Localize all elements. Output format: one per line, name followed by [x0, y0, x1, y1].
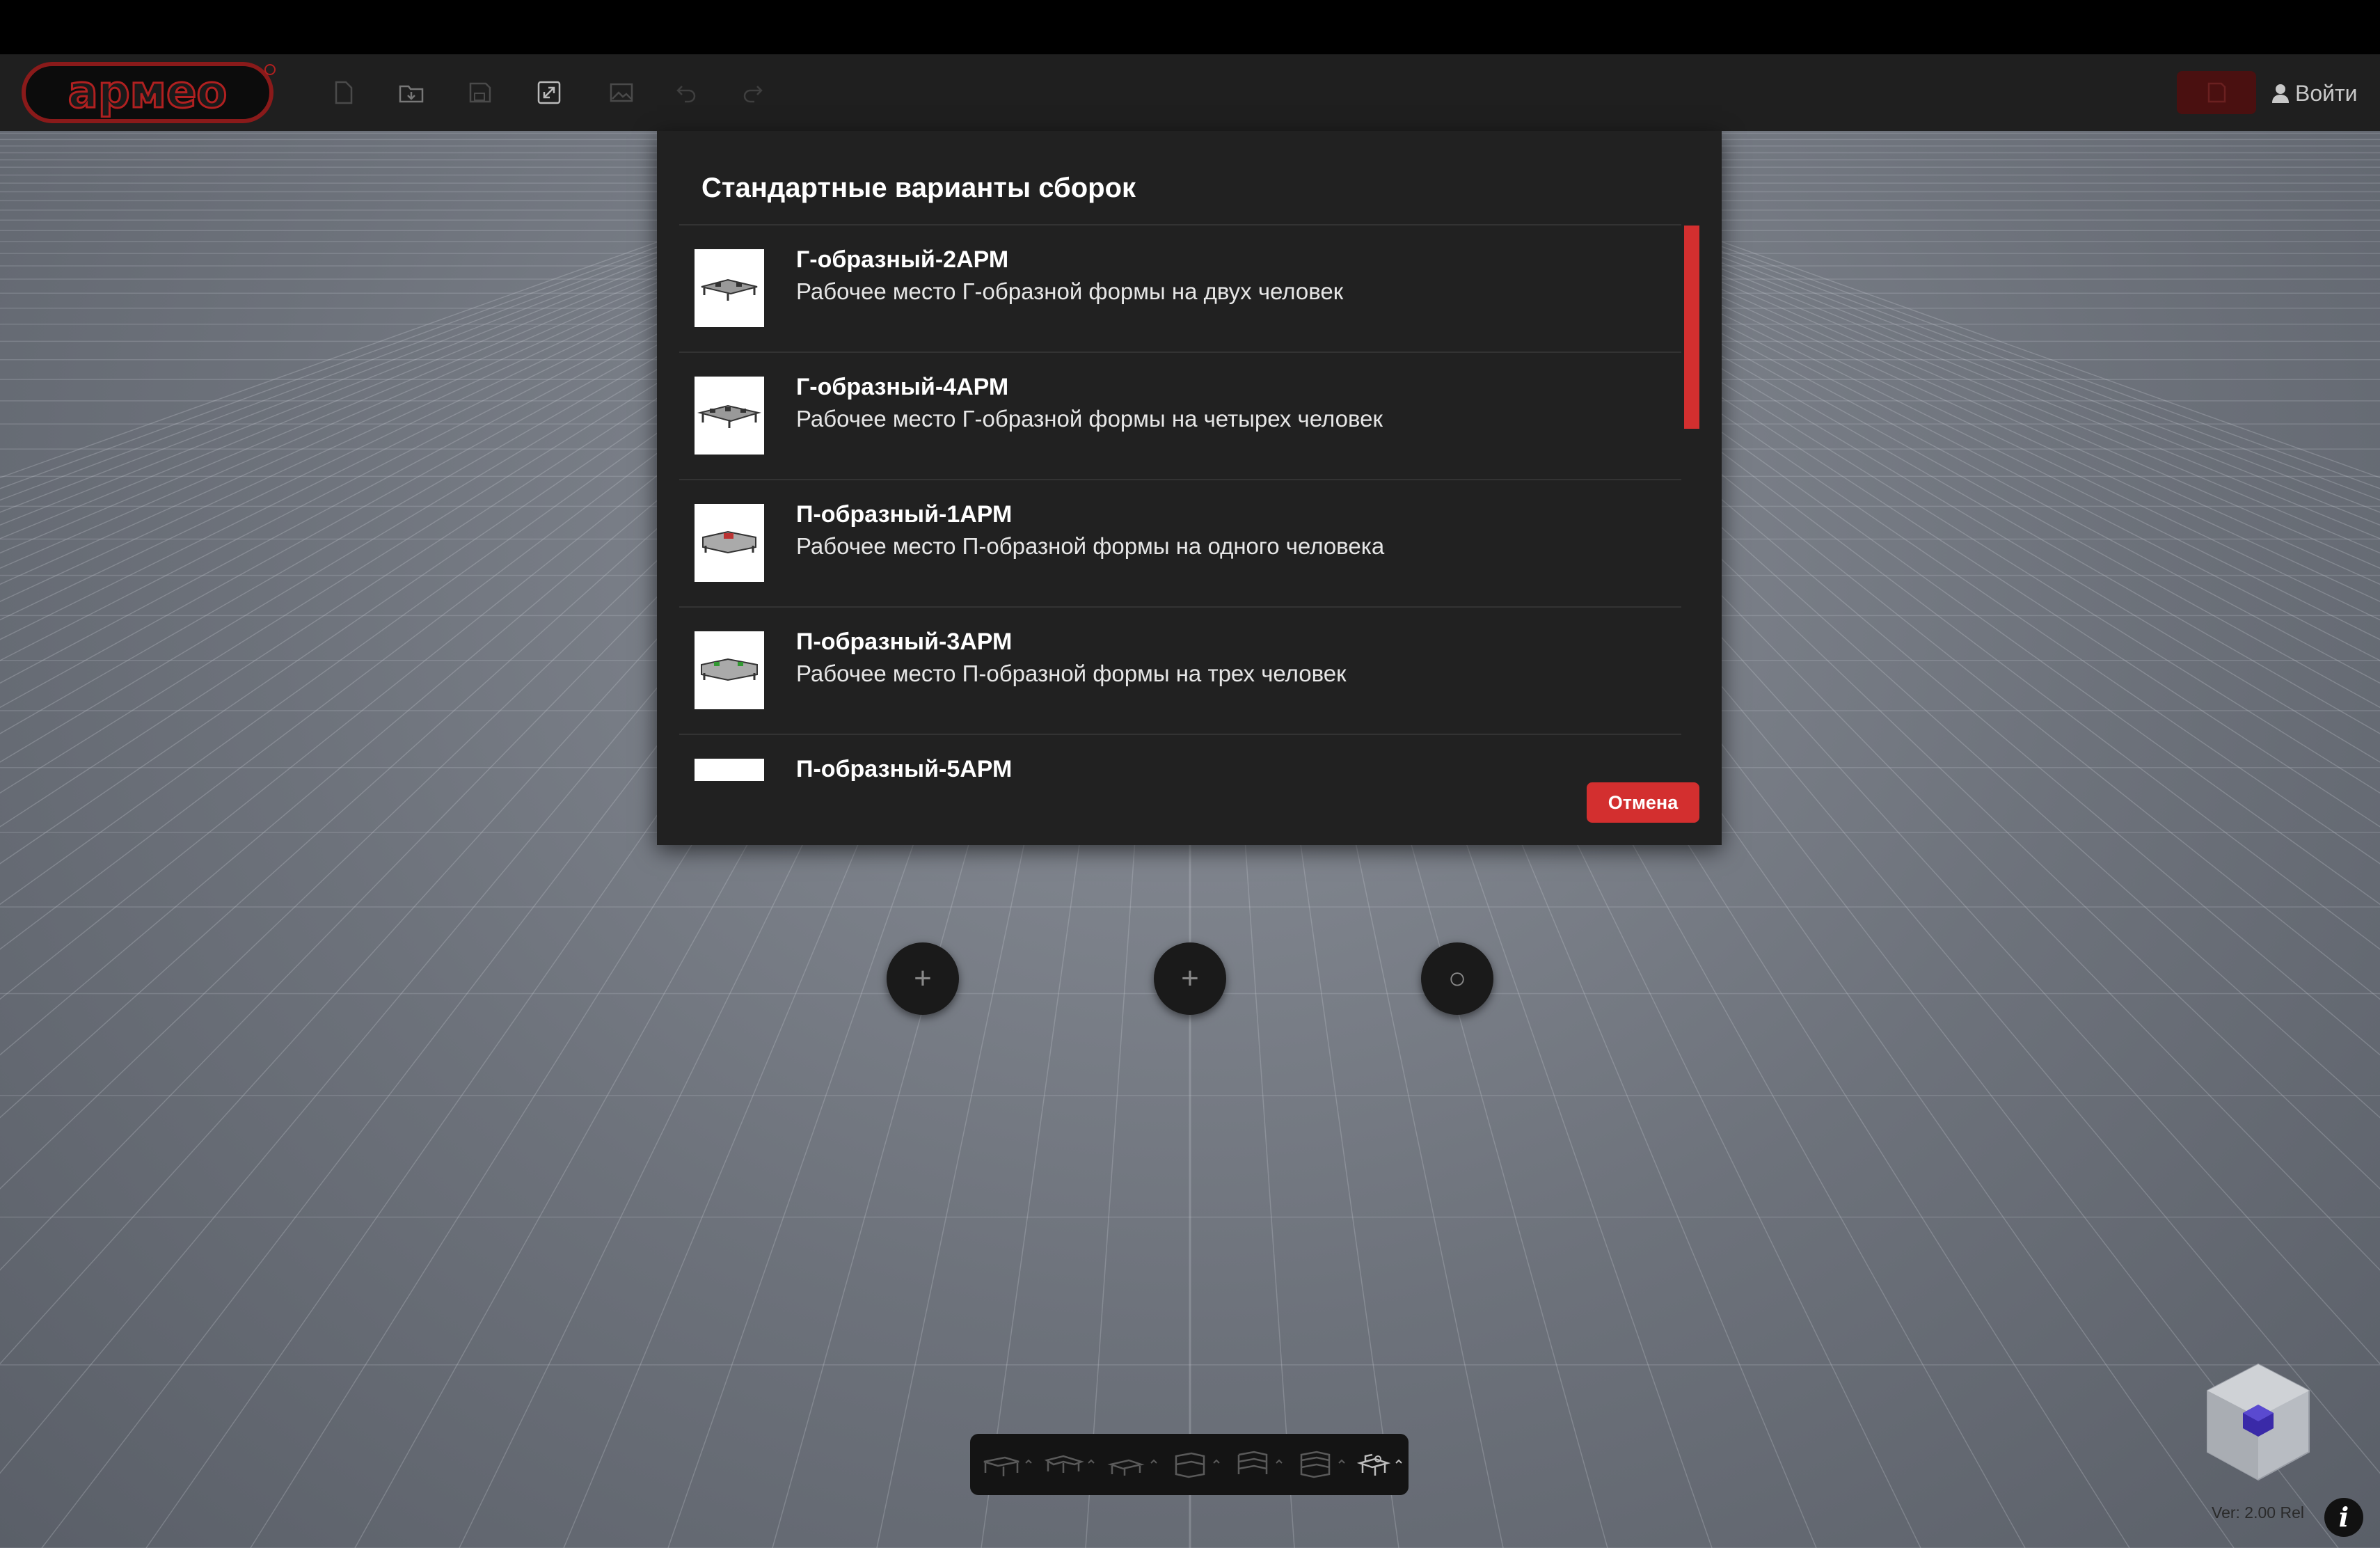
preset-name: П-образный-3АРМ	[796, 629, 1013, 655]
list-item[interactable]: Г-образный-4АРМ Рабочее место Г-образной…	[679, 352, 1681, 479]
list-item[interactable]: Г-образный-2АРМ Рабочее место Г-образной…	[679, 224, 1681, 352]
open-folder-icon	[399, 85, 424, 103]
undo-button[interactable]	[668, 75, 703, 110]
preset-thumbnail	[695, 377, 764, 455]
cabinet-icon	[1175, 1452, 1220, 1478]
workstation-thumbnail-icon	[702, 530, 756, 554]
open-folder-button[interactable]	[394, 75, 429, 110]
presets-list[interactable]: Г-образный-2АРМ Рабочее место Г-образной…	[679, 224, 1681, 781]
preset-name: П-образный-5АРМ	[796, 756, 1013, 781]
redo-icon	[743, 86, 763, 103]
preset-description: Рабочее место Г-образной формы на двух ч…	[796, 278, 1344, 304]
preset-description: Рабочее место П-образной формы на одного…	[796, 533, 1385, 559]
assembly-presets-dialog: Стандартные варианты сборок Г-образный-2…	[657, 131, 1722, 845]
preset-thumbnail	[695, 759, 764, 781]
view-cube-icon	[2207, 1363, 2310, 1481]
view-cube[interactable]	[2206, 1363, 2310, 1481]
rack-tool[interactable]	[1293, 1448, 1347, 1481]
add-button[interactable]: +	[887, 942, 959, 1015]
plus-icon: +	[914, 961, 932, 995]
info-icon: i	[2338, 1501, 2349, 1533]
shelf-tool[interactable]	[1230, 1448, 1285, 1481]
user-icon	[2272, 84, 2289, 103]
list-item[interactable]: П-образный-3АРМ Рабочее место П-образной…	[679, 606, 1681, 734]
cloud-save-button[interactable]	[2177, 71, 2256, 114]
preset-description: Рабочее место П-образной формы на трех ч…	[796, 661, 1347, 686]
expand-icon	[537, 81, 561, 104]
new-file-icon	[335, 81, 353, 104]
cabinet-tool[interactable]	[1168, 1448, 1222, 1481]
list-item[interactable]: П-образный-1АРМ Рабочее место П-образной…	[679, 479, 1681, 606]
corner-desk-tool[interactable]	[1042, 1448, 1097, 1481]
workstation-thumbnail-icon	[701, 278, 758, 301]
desk-tool[interactable]	[980, 1448, 1034, 1481]
info-button[interactable]: i	[2324, 1498, 2363, 1537]
desk-small-icon	[1107, 1459, 1157, 1476]
undo-icon	[676, 86, 696, 103]
new-file-button[interactable]	[326, 75, 360, 110]
workstation-thumbnail-icon	[701, 658, 758, 681]
version-label: Ver: 2.00 Rel	[2212, 1503, 2304, 1522]
preset-thumbnail	[695, 504, 764, 582]
preset-name: Г-образный-2АРМ	[796, 246, 1009, 273]
save-button[interactable]	[462, 75, 497, 110]
preset-name: П-образный-1АРМ	[796, 501, 1013, 528]
logo-text: армео	[68, 67, 228, 118]
image-icon	[610, 83, 633, 102]
save-icon	[469, 82, 491, 103]
small-desk-tool[interactable]	[1105, 1448, 1159, 1481]
scrollbar-thumb[interactable]	[1684, 226, 1699, 429]
dialog-title: Стандартные варианты сборок	[701, 173, 1136, 203]
app-toolbar: армео Войти	[0, 54, 2380, 131]
desk-corner-icon	[1044, 1455, 1095, 1473]
app-logo: армео	[21, 60, 278, 125]
expand-button[interactable]	[532, 75, 566, 110]
preset-name: Г-образный-4АРМ	[796, 374, 1009, 400]
preset-thumbnail	[695, 631, 764, 709]
shelf-icon	[1237, 1451, 1283, 1474]
cancel-button[interactable]: Отмена	[1587, 782, 1699, 823]
chair-icon	[1356, 1453, 1402, 1476]
rotate-button[interactable]: ○	[1421, 942, 1493, 1015]
window-top-strip	[0, 0, 2380, 54]
list-item[interactable]: П-образный-5АРМ	[679, 734, 1681, 781]
add-element-button[interactable]: +	[1154, 942, 1226, 1015]
save-icon	[2207, 82, 2226, 103]
furniture-toolbar	[970, 1434, 1409, 1495]
chair-tool[interactable]	[1353, 1448, 1407, 1481]
login-button[interactable]: Войти	[2270, 72, 2358, 114]
redo-button[interactable]	[736, 75, 771, 110]
desk-icon	[983, 1456, 1032, 1476]
rotate-icon: ○	[1447, 961, 1467, 995]
rack-icon	[1300, 1451, 1345, 1478]
plus-icon: +	[1181, 961, 1199, 995]
login-label: Войти	[2295, 80, 2358, 106]
image-button[interactable]	[604, 75, 639, 110]
preset-description: Рабочее место Г-образной формы на четыре…	[796, 406, 1383, 432]
workstation-thumbnail-icon	[697, 404, 761, 428]
preset-thumbnail	[695, 249, 764, 327]
